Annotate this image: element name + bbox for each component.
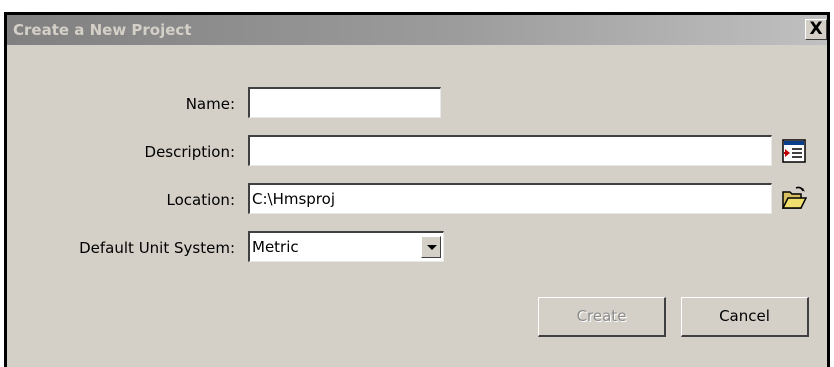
cancel-button[interactable]: Cancel [681,297,809,337]
open-folder-icon [781,186,808,209]
close-button[interactable]: X [805,19,827,40]
name-label: Name: [185,95,235,113]
description-edit-button[interactable] [781,138,807,164]
title-bar: Create a New Project X [7,15,827,45]
create-project-dialog: Create a New Project X Name: Description… [4,12,830,367]
edit-description-icon [782,139,806,163]
location-label: Location: [166,191,236,209]
description-label: Description: [144,143,235,161]
unit-system-value: Metric [252,238,299,256]
unit-system-label: Default Unit System: [79,239,235,257]
dialog-title: Create a New Project [13,21,192,39]
location-browse-button[interactable] [781,185,808,211]
create-button[interactable]: Create [538,297,666,337]
location-field[interactable]: C:\Hmsproj [248,183,772,214]
description-field[interactable] [248,135,772,166]
chevron-down-icon[interactable] [421,236,441,258]
name-field[interactable] [248,87,441,118]
unit-system-select[interactable]: Metric [248,231,444,262]
